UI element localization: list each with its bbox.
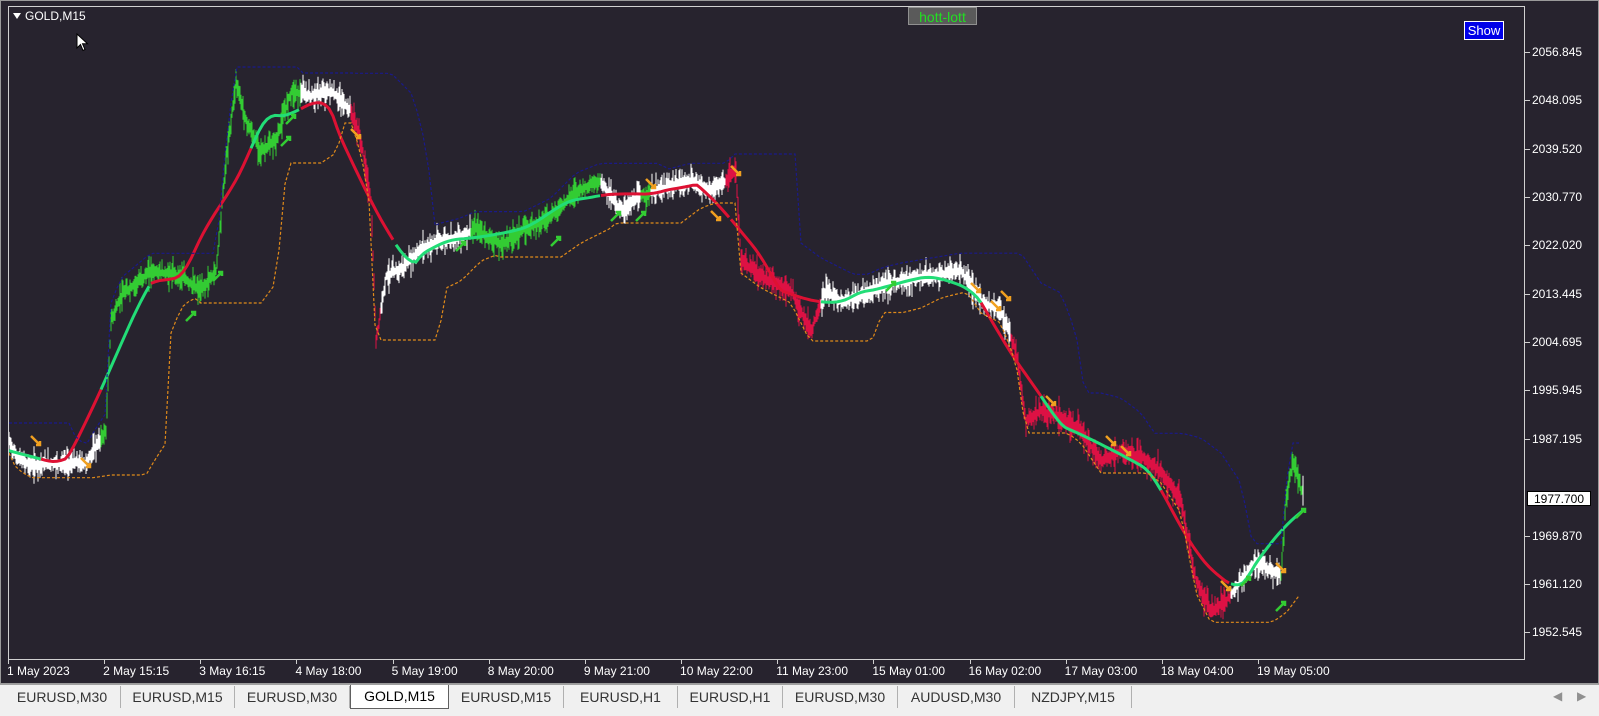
price-axis-tick [1525,438,1530,440]
chart-tab[interactable]: EURUSD,M15 [449,686,564,708]
price-axis-tick [1525,100,1530,102]
chart-tab[interactable]: AUDUSD,M30 [898,686,1015,708]
time-axis-label: 19 May 05:00 [1256,664,1330,678]
time-axis-tick [296,660,298,664]
price-axis-tick [1525,245,1530,247]
time-axis-tick [8,660,9,664]
time-axis-label: 8 May 20:00 [487,664,554,678]
time-axis-tick [104,660,106,664]
time-axis-label: 2 May 15:15 [103,664,170,678]
price-axis-label: 2056.845 [1532,45,1583,59]
time-axis-tick [777,660,779,664]
time-axis-tick [1161,660,1163,664]
price-axis-tick [1525,535,1530,537]
price-axis-tick [1525,197,1530,199]
time-axis-label: 17 May 03:00 [1064,664,1138,678]
chart-symbol-label[interactable]: GOLD,M15 [13,9,86,23]
collapse-triangle-icon[interactable] [13,13,21,19]
scroll-right-arrow-icon[interactable]: ▶ [1577,689,1586,703]
price-axis-tick [1525,342,1530,344]
time-axis-label: 4 May 18:00 [295,664,362,678]
price-axis-label: 2022.020 [1532,238,1583,253]
time-axis-label: 18 May 04:00 [1160,664,1234,678]
time-axis-label: 10 May 22:00 [680,664,753,678]
price-axis-label: 2039.520 [1532,141,1583,156]
time-axis-label: 3 May 16:15 [199,664,266,678]
chart-tab[interactable]: EURUSD,M15 [121,686,235,708]
price-axis-label: 1987.195 [1532,431,1583,446]
plot-frame [8,6,1525,660]
price-axis-label: 1969.870 [1532,528,1583,543]
time-axis-tick [1257,660,1259,664]
scroll-left-arrow-icon[interactable]: ◀ [1553,689,1562,703]
time-axis-label: 11 May 23:00 [776,664,849,678]
time-axis-label: 1 May 2023 [7,664,70,678]
time-axis-label: 16 May 02:00 [968,664,1042,678]
price-axis-label: 1995.945 [1532,383,1583,398]
price-axis-tick [1525,390,1530,392]
chart-tab[interactable]: EURUSD,M30 [4,686,121,708]
chart-tab[interactable]: EURUSD,M30 [235,686,350,708]
indicator-name-tag: hott-lott [908,7,977,25]
current-price-label: 1977.700 [1527,491,1591,506]
price-axis-tick [1525,148,1530,150]
price-axis-tick [1525,293,1530,295]
symbol-text: GOLD,M15 [25,9,86,23]
time-axis-label: 9 May 21:00 [583,664,650,678]
chart-tab[interactable]: NZDJPY,M15 [1015,686,1132,708]
chart-tab[interactable]: EURUSD,H1 [678,686,783,708]
price-axis-label: 2048.095 [1532,93,1583,108]
price-axis-label: 2004.695 [1532,335,1583,350]
chart-window[interactable]: GOLD,M15 hott-lott Show 2056.845 2048.095… [0,0,1599,684]
time-axis-tick [681,660,683,664]
price-axis-tick [1525,632,1530,634]
time-axis-tick [873,660,875,664]
price-axis-label: 2013.445 [1532,286,1583,301]
chart-tab-bar: EURUSD,M30 EURUSD,M15 EURUSD,M30 GOLD,M15 EU… [0,684,1599,716]
time-axis-tick [584,660,586,664]
price-axis-label: 2030.770 [1532,190,1583,205]
time-axis-tick [488,660,490,664]
time-axis-tick [392,660,394,664]
price-axis-tick [1525,52,1530,53]
time-axis-tick [200,660,202,664]
time-axis-label: 5 May 19:00 [391,664,458,678]
chart-tab[interactable]: EURUSD,M30 [783,686,898,708]
chart-tab[interactable]: GOLD,M15 [350,685,449,709]
time-axis-tick [969,660,971,664]
price-axis-label: 1961.120 [1532,576,1583,591]
show-button[interactable]: Show [1464,21,1504,40]
mouse-pointer-icon [76,33,89,52]
price-axis-label: 1952.545 [1532,625,1583,640]
chart-tab[interactable]: EURUSD,H1 [564,686,678,708]
price-axis-tick [1525,583,1530,585]
time-axis-label: 15 May 01:00 [872,664,946,678]
time-axis-tick [1065,660,1067,664]
